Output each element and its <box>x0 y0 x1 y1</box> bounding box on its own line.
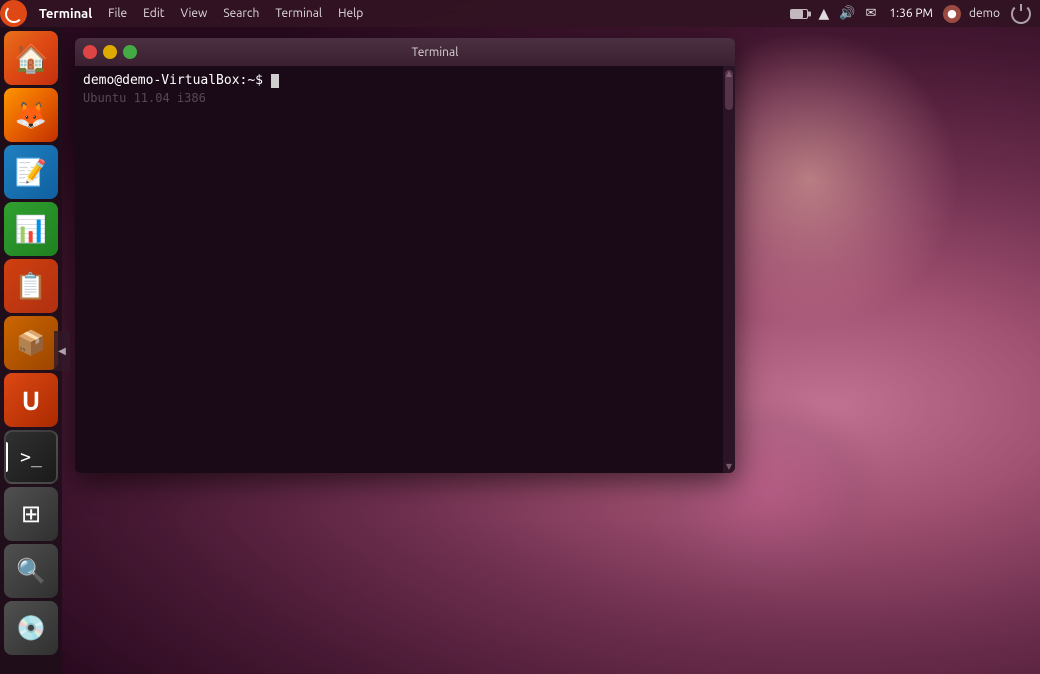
menu-file[interactable]: File <box>100 0 135 27</box>
menu-terminal[interactable]: Terminal <box>267 0 330 27</box>
launcher-item-optical[interactable] <box>4 601 58 655</box>
terminal-cursor <box>271 74 279 88</box>
mail-tray-icon[interactable]: ✉ <box>862 0 879 27</box>
power-button[interactable] <box>1008 0 1034 27</box>
window-close-button[interactable] <box>83 45 97 59</box>
terminal-prompt-text: demo@demo-VirtualBox:~$ <box>83 73 263 88</box>
ubuntu-logo[interactable] <box>0 0 27 27</box>
launcher: ◀ <box>0 27 62 674</box>
terminal-scrollbar[interactable]: ▲ ▼ <box>723 66 735 473</box>
battery-tray-icon[interactable] <box>787 0 811 27</box>
menu-edit[interactable]: Edit <box>135 0 172 27</box>
launcher-item-firefox[interactable] <box>4 88 58 142</box>
launcher-item-writer[interactable] <box>4 145 58 199</box>
battery-fill <box>791 10 802 18</box>
launcher-item-workspaces[interactable] <box>4 487 58 541</box>
menu-help[interactable]: Help <box>330 0 371 27</box>
topbar-app-name: Terminal <box>31 7 100 21</box>
topbar-right: ▲ 🔊 ✉ 1:36 PM ● demo <box>787 0 1040 27</box>
terminal-titlebar: Terminal <box>75 38 735 66</box>
clock[interactable]: 1:36 PM <box>883 0 939 27</box>
terminal-faint-text: Ubuntu 11.04 i386 <box>83 90 715 107</box>
power-icon <box>1011 4 1031 24</box>
terminal-title-label: Terminal <box>143 46 727 59</box>
battery-icon <box>790 9 808 19</box>
topbar-left: Terminal File Edit View Search Terminal … <box>0 0 787 27</box>
scrollbar-down-arrow[interactable]: ▼ <box>723 459 735 473</box>
launcher-item-impress[interactable] <box>4 259 58 313</box>
terminal-content[interactable]: demo@demo-VirtualBox:~$ Ubuntu 11.04 i38… <box>75 66 723 473</box>
network-tray-icon[interactable]: ▲ <box>815 0 832 27</box>
menu-view[interactable]: View <box>172 0 215 27</box>
launcher-item-home[interactable] <box>4 31 58 85</box>
terminal-body[interactable]: demo@demo-VirtualBox:~$ Ubuntu 11.04 i38… <box>75 66 735 473</box>
terminal-window: Terminal demo@demo-VirtualBox:~$ Ubuntu … <box>75 38 735 473</box>
launcher-item-ubuntuone[interactable] <box>4 373 58 427</box>
launcher-item-terminal[interactable] <box>4 430 58 484</box>
username-label[interactable]: demo <box>965 0 1004 27</box>
launcher-item-synaptic[interactable] <box>4 316 58 370</box>
launcher-item-calc[interactable] <box>4 202 58 256</box>
terminal-prompt-line: demo@demo-VirtualBox:~$ <box>83 72 715 90</box>
launcher-expander[interactable]: ◀ <box>54 331 70 371</box>
sound-tray-icon[interactable]: 🔊 <box>836 0 858 27</box>
menu-search[interactable]: Search <box>215 0 267 27</box>
topbar: Terminal File Edit View Search Terminal … <box>0 0 1040 27</box>
user-avatar-icon[interactable]: ● <box>943 5 961 23</box>
desktop: Terminal File Edit View Search Terminal … <box>0 0 1040 674</box>
window-minimize-button[interactable] <box>103 45 117 59</box>
scrollbar-thumb[interactable] <box>725 70 733 110</box>
window-maximize-button[interactable] <box>123 45 137 59</box>
launcher-item-magnifier[interactable] <box>4 544 58 598</box>
